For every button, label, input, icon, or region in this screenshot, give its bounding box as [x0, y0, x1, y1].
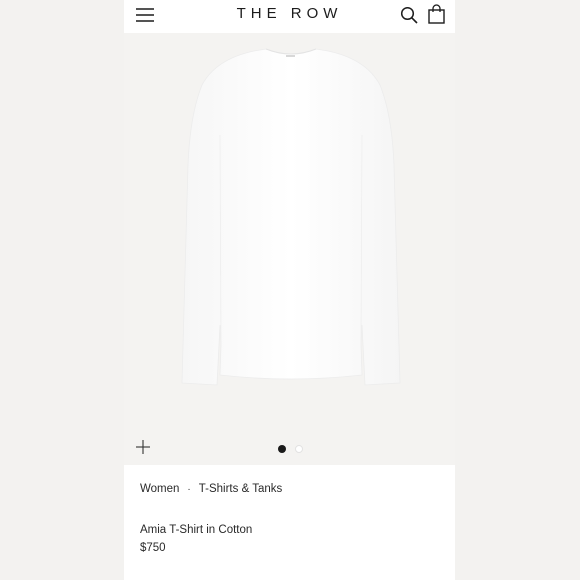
product-name: Amia T-Shirt in Cotton: [140, 524, 253, 536]
product-page: THE ROW Women · T-Shirts & Tanks Amia T-…: [124, 0, 455, 580]
breadcrumb: Women · T-Shirts & Tanks: [140, 483, 282, 495]
breadcrumb-separator: ·: [187, 483, 191, 495]
shopping-bag-icon[interactable]: [428, 4, 445, 24]
product-price: $750: [140, 542, 166, 554]
plus-icon[interactable]: [136, 440, 150, 454]
product-gallery[interactable]: [124, 33, 455, 465]
product-image[interactable]: [178, 45, 404, 393]
background-left: [0, 0, 124, 580]
site-header: THE ROW: [124, 0, 455, 32]
carousel-dots: [278, 445, 303, 453]
search-icon[interactable]: [400, 6, 418, 24]
breadcrumb-women[interactable]: Women: [140, 483, 179, 495]
carousel-dot-2[interactable]: [295, 445, 303, 453]
background-right: [455, 0, 580, 580]
carousel-dot-1[interactable]: [278, 445, 286, 453]
breadcrumb-tshirts-tanks[interactable]: T-Shirts & Tanks: [199, 483, 283, 495]
